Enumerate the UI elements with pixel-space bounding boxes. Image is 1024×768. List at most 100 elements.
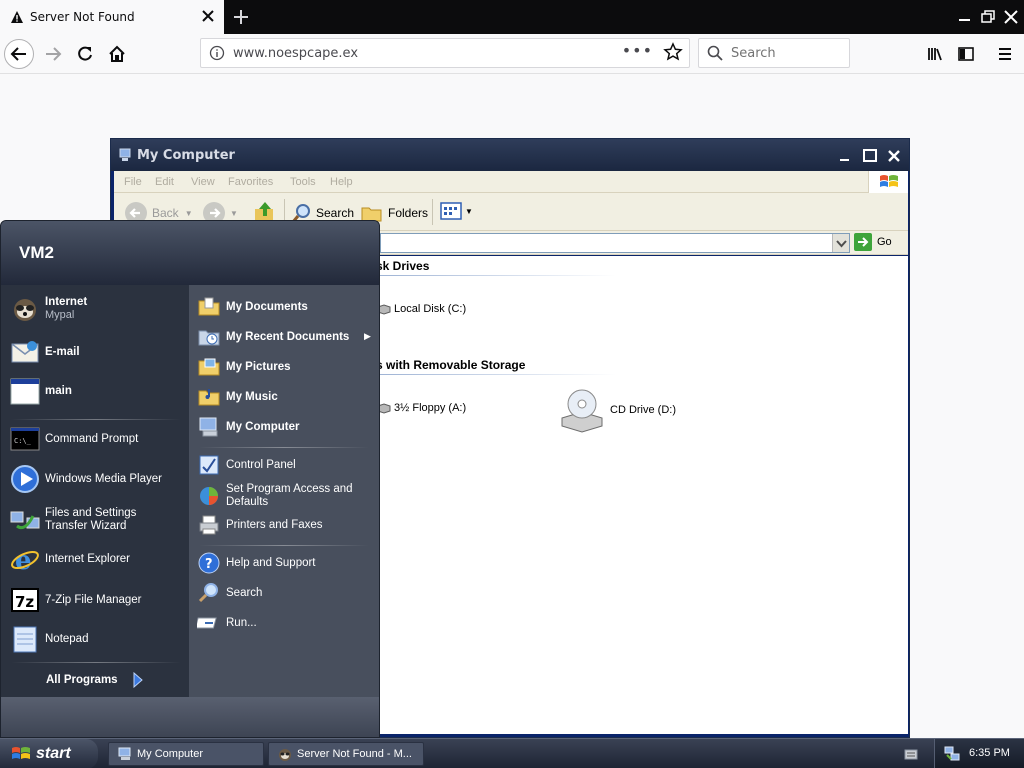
restore-icon[interactable] [977,6,999,28]
drive-local-disk-c[interactable]: Local Disk (C:) [376,303,466,315]
menu-file[interactable]: File [124,176,142,188]
search-icon [707,45,723,61]
sidebar-button[interactable] [951,39,981,69]
menu-tools[interactable]: Tools [290,176,316,188]
menu-button[interactable] [990,39,1020,69]
windows-flag-icon [12,747,30,759]
reload-button[interactable] [70,39,100,69]
place-my-computer[interactable]: My Computer [197,415,299,439]
warning-icon [11,11,23,23]
views-icon [440,202,462,220]
home-button[interactable] [102,39,132,69]
views-button[interactable]: ▼ [440,201,473,221]
url-bar[interactable]: www.noespcape.ex ••• [200,38,690,68]
my-documents-icon [198,297,220,316]
menu-favorites[interactable]: Favorites [228,176,273,188]
close-tab-icon[interactable] [200,8,216,24]
library-icon [928,48,942,61]
all-programs-button[interactable]: All Programs [46,672,144,688]
task-firefox[interactable]: Server Not Found - M... [268,742,424,766]
setting-control-panel[interactable]: Control Panel [197,453,296,477]
search-icon [198,583,218,603]
recent-documents-icon [198,330,220,346]
task-my-computer[interactable]: My Computer [108,742,264,766]
media-player-icon [11,465,39,493]
tab-title: Server Not Found [30,10,135,24]
start-menu-footer [1,697,379,737]
address-field[interactable] [380,233,850,253]
svg-text:C:\_: C:\_ [14,437,32,445]
program-transfer-wizard[interactable]: Files and Settings Transfer Wizard [9,504,181,536]
section-removable-storage: s with Removable Storage [376,358,526,372]
cd-drive-icon [561,389,603,433]
place-my-music[interactable]: My Music [197,385,278,409]
url-text[interactable]: www.noespcape.ex [233,46,358,61]
start-menu: VM2 Internet Mypal E-mail main C:\_ Comma… [0,220,380,738]
start-search[interactable]: Search [197,581,262,605]
user-name: VM2 [19,243,54,262]
notepad-icon [13,626,37,653]
start-run[interactable]: Run... [197,611,257,635]
forward-button[interactable] [38,39,68,69]
place-my-documents[interactable]: My Documents [197,295,308,319]
chevron-down-icon [836,240,847,248]
arrow-right-icon [46,47,62,61]
program-7zip[interactable]: 7z 7-Zip File Manager [9,584,142,616]
program-notepad[interactable]: Notepad [9,623,88,655]
menu-view[interactable]: View [191,176,215,188]
setting-printers-faxes[interactable]: Printers and Faxes [197,513,323,537]
minimize-icon[interactable] [836,147,854,165]
new-tab-icon[interactable] [230,6,252,28]
program-access-icon [200,487,218,505]
email-icon [11,341,39,363]
place-my-recent-documents[interactable]: My Recent Documents ▶ [197,325,375,349]
drive-cd-d[interactable]: CD Drive (D:) [558,386,676,434]
close-icon[interactable] [885,147,903,165]
address-dropdown[interactable] [832,234,849,252]
page-actions-icon[interactable]: ••• [622,41,653,60]
search-placeholder: Search [731,46,776,61]
svg-text:7z: 7z [15,593,34,611]
start-menu-header: VM2 [1,221,379,285]
setting-program-access[interactable]: Set Program Access and Defaults [197,483,367,509]
transfer-wizard-icon [10,511,40,530]
keyboard-icon[interactable] [904,747,918,761]
program-media-player[interactable]: Windows Media Player [9,463,162,495]
mypal-icon [14,299,36,321]
pinned-internet[interactable]: Internet Mypal [9,293,87,325]
window-title-bar[interactable]: My Computer [111,139,909,171]
go-arrow-icon [854,233,872,251]
taskbar: start My Computer Server Not Found - M..… [0,738,1024,768]
computer-icon [119,148,131,161]
pinned-main[interactable]: main [9,375,72,407]
help-and-support[interactable]: ? Help and Support [197,551,316,575]
minimize-icon[interactable] [954,6,976,28]
menu-edit[interactable]: Edit [155,176,174,188]
menu-help[interactable]: Help [330,176,353,188]
program-command-prompt[interactable]: C:\_ Command Prompt [9,423,138,455]
place-my-pictures[interactable]: My Pictures [197,355,291,379]
library-button[interactable] [920,39,950,69]
browser-tab[interactable]: Server Not Found [0,0,224,34]
network-icon[interactable] [943,745,961,763]
7zip-icon: 7z [11,588,39,612]
svg-text:e: e [15,546,32,575]
clock[interactable]: 6:35 PM [969,747,1010,759]
drive-floppy-a[interactable]: 3½ Floppy (A:) [376,402,466,414]
close-window-icon[interactable] [1000,6,1022,28]
back-button[interactable] [4,39,34,69]
program-internet-explorer[interactable]: e Internet Explorer [9,543,130,575]
bookmark-star-icon[interactable] [663,42,683,62]
arrow-right-icon [133,672,143,688]
maximize-icon[interactable] [861,147,879,165]
start-button[interactable]: start [0,739,98,768]
control-panel-icon [199,455,219,475]
sidebar-icon [958,47,974,61]
pinned-email[interactable]: E-mail [9,336,80,368]
info-icon[interactable] [209,45,225,61]
computer-icon [118,747,131,760]
my-pictures-icon [198,358,220,376]
go-button[interactable]: Go [854,233,892,251]
search-bar[interactable]: Search [698,38,850,68]
window-icon [10,378,40,405]
